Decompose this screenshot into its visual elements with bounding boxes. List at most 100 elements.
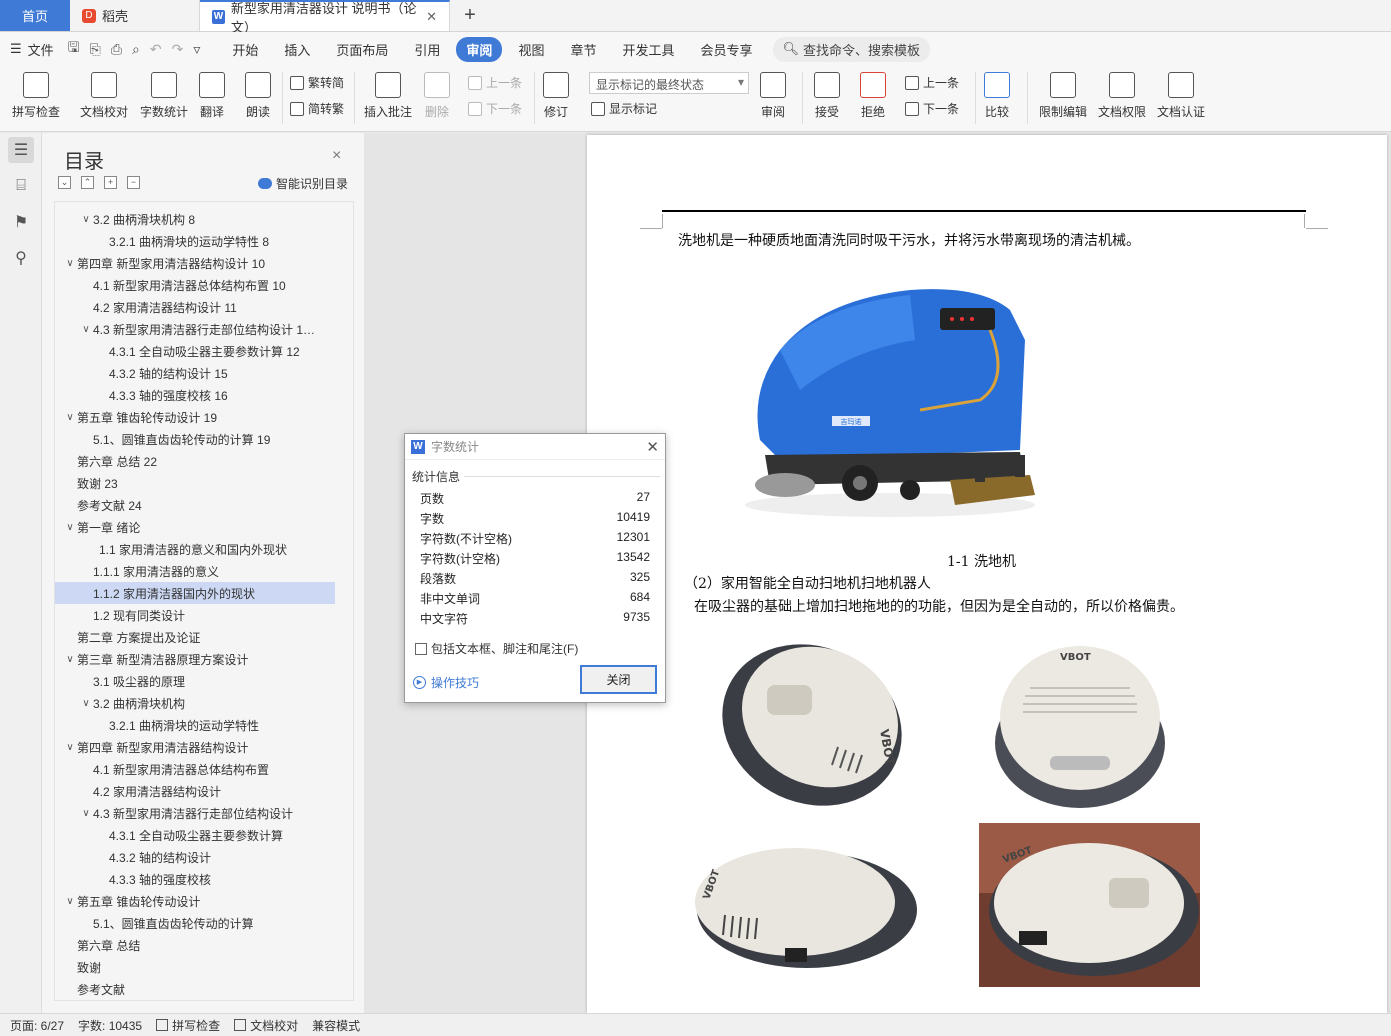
chevron-down-icon[interactable]: ∨ [63,412,77,423]
doc-cert-button[interactable]: 文档认证 [1157,72,1205,120]
toc-item[interactable]: 3.1 吸尘器的原理 [55,670,335,692]
insert-comment-button[interactable]: 插入批注 [364,72,412,120]
menu-tab[interactable]: 审阅 [456,36,503,62]
toc-item[interactable]: 第六章 总结 22 [55,450,335,472]
toc-item[interactable]: 1.2 现有同类设计 [55,604,335,626]
close-button[interactable]: 关闭 [580,665,657,694]
read-aloud-button[interactable]: 朗读 [245,72,271,120]
chevron-down-icon[interactable]: ∨ [63,654,77,665]
toc-item[interactable]: 4.3.1 全自动吸尘器主要参数计算 12 [55,340,335,362]
toc-item[interactable]: ∨ 4.3 新型家用清洁器行走部位结构设计 [55,802,335,824]
chevron-down-icon[interactable]: ∨ [63,896,77,907]
tab-document[interactable]: W 新型家用清洁器设计 说明书（论文） ✕ [200,0,450,35]
toc-item[interactable]: ∨ 3.2 曲柄滑块机构 8 [55,208,335,230]
chevron-down-icon[interactable]: ∨ [63,522,77,533]
bookmark-icon[interactable]: ⚑ [8,209,34,235]
show-markup-button[interactable]: 显示标记 [591,100,657,117]
toc-item[interactable]: 致谢 [55,956,335,978]
doc-permission-button[interactable]: 文档权限 [1098,72,1146,120]
save-icon[interactable]: 🖫 [68,37,80,61]
to-traditional-button[interactable]: 繁转简 [290,74,344,91]
word-count-indicator[interactable]: 字数: 10435 [78,1017,142,1034]
include-textbox-checkbox[interactable]: 包括文本框、脚注和尾注(F) [415,640,578,657]
menu-tab[interactable]: 开发工具 [612,37,684,62]
undo-icon[interactable]: ↶ [150,41,162,58]
toc-item[interactable]: ∨ 第五章 锥齿轮传动设计 19 [55,406,335,428]
tab-docer[interactable]: D 稻壳 [70,0,200,31]
file-menu[interactable]: ☰ 文件 [10,40,54,59]
expand-all-icon[interactable]: ⌄ [58,176,71,189]
menu-tab[interactable]: 会员专享 [690,37,762,62]
close-tab-icon[interactable]: ✕ [426,9,437,25]
close-icon[interactable]: ✕ [646,438,659,456]
toc-item[interactable]: 4.3.1 全自动吸尘器主要参数计算 [55,824,335,846]
proof-status[interactable]: 文档校对 [234,1017,298,1034]
restrict-edit-button[interactable]: 限制编辑 [1039,72,1087,120]
new-tab-button[interactable]: + [450,0,490,31]
chevron-down-icon[interactable]: ∨ [79,324,93,335]
toc-item[interactable]: ∨ 第四章 新型家用清洁器结构设计 [55,736,335,758]
chevron-down-icon[interactable]: ∨ [79,214,93,225]
prev-comment-button[interactable]: 上一条 [468,74,522,91]
toc-item[interactable]: 4.3.2 轴的结构设计 15 [55,362,335,384]
print-preview-icon[interactable]: ⌕ [132,41,140,58]
checkbox-box[interactable] [415,642,427,655]
collapse-all-icon[interactable]: ⌃ [81,176,94,189]
menu-tab[interactable]: 视图 [508,37,554,62]
chevron-down-icon[interactable]: ∨ [63,742,77,753]
toc-item[interactable]: 1.1.1 家用清洁器的意义 [55,560,335,582]
spellcheck-button[interactable]: 拼写检查 [12,72,60,120]
next-comment-button[interactable]: 下一条 [468,100,522,117]
toc-item[interactable]: 参考文献 [55,978,335,1000]
translate-button[interactable]: 翻译 [199,72,225,120]
add-heading-icon[interactable]: + [104,176,117,189]
accept-button[interactable]: 接受 [814,72,840,120]
smart-toc-button[interactable]: 智能识别目录 [258,175,348,192]
toc-panel-icon[interactable]: ☰ [8,137,34,163]
menu-tab[interactable]: 开始 [222,37,268,62]
share-icon[interactable]: ⎘ [90,41,101,58]
remove-heading-icon[interactable]: − [127,176,140,189]
tips-link[interactable]: ▶ 操作技巧 [413,674,479,691]
to-simplified-button[interactable]: 简转繁 [290,100,344,117]
page-indicator[interactable]: 页面: 6/27 [10,1017,64,1034]
toc-item[interactable]: ∨ 第四章 新型家用清洁器结构设计 10 [55,252,335,274]
toc-item[interactable]: 1.1 家用清洁器的意义和国内外现状 [55,538,335,560]
customize-icon[interactable]: ▿ [193,41,200,58]
tab-home[interactable]: 首页 [0,0,70,31]
toc-item[interactable]: 4.3.3 轴的强度校核 16 [55,384,335,406]
find-icon[interactable]: ⚲ [8,245,34,271]
review-pane-button[interactable]: 审阅 [760,72,786,120]
toc-item[interactable]: 3.2.1 曲柄滑块的运动学特性 [55,714,335,736]
toc-item[interactable]: ∨ 第五章 锥齿轮传动设计 [55,890,335,912]
toc-item[interactable]: 第二章 方案提出及论证 [55,626,335,648]
chevron-down-icon[interactable]: ∨ [79,808,93,819]
menu-tab[interactable]: 引用 [404,37,450,62]
compare-button[interactable]: 比较 [984,72,1010,120]
toc-item[interactable]: 3.2.1 曲柄滑块的运动学特性 8 [55,230,335,252]
chevron-down-icon[interactable]: ∨ [79,698,93,709]
toc-item[interactable]: ∨ 第三章 新型清洁器原理方案设计 [55,648,335,670]
toc-item[interactable]: 4.1 新型家用清洁器总体结构布置 10 [55,274,335,296]
doc-proof-button[interactable]: 文档校对 [80,72,128,120]
menu-tab[interactable]: 插入 [274,37,320,62]
redo-icon[interactable]: ↷ [172,41,184,58]
toc-item[interactable]: ∨ 3.2 曲柄滑块机构 [55,692,335,714]
reject-button[interactable]: 拒绝 [860,72,886,120]
toc-item[interactable]: 致谢 23 [55,472,335,494]
toc-item[interactable]: 第六章 总结 [55,934,335,956]
close-icon[interactable]: × [332,147,341,165]
toc-item[interactable]: 4.2 家用清洁器结构设计 [55,780,335,802]
word-count-button[interactable]: 字数统计 [140,72,188,120]
toc-item[interactable]: 4.3.2 轴的结构设计 [55,846,335,868]
markup-state-select[interactable]: 显示标记的最终状态 [589,72,749,94]
toc-item[interactable]: ∨ 第一章 绪论 [55,516,335,538]
toc-item[interactable]: 4.2 家用清洁器结构设计 11 [55,296,335,318]
chevron-down-icon[interactable]: ∨ [63,258,77,269]
prev-change-button[interactable]: 上一条 [905,74,959,91]
track-changes-button[interactable]: 修订 [543,72,569,120]
toc-item[interactable]: 4.3.3 轴的强度校核 [55,868,335,890]
spellcheck-status[interactable]: 拼写检查 [156,1017,220,1034]
toc-item[interactable]: 1.1.2 家用清洁器国内外的现状 [55,582,335,604]
toc-item[interactable]: ∨ 4.3 新型家用清洁器行走部位结构设计 1… [55,318,335,340]
